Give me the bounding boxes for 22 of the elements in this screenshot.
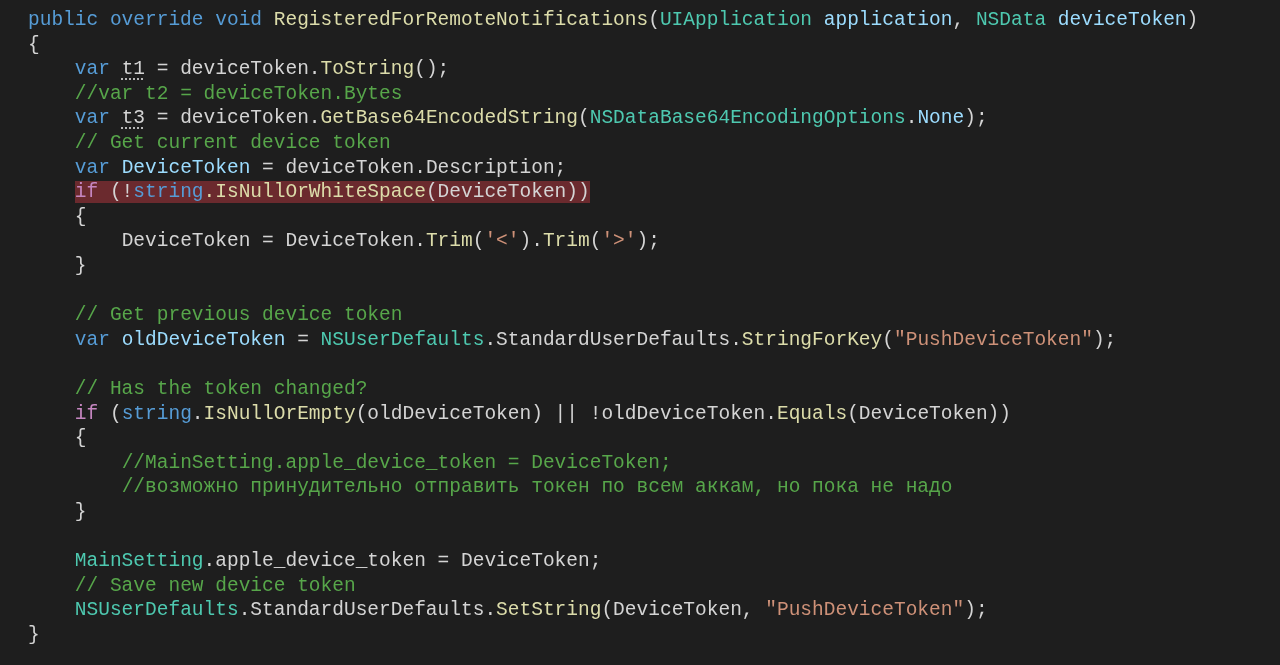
code-line: {: [73, 205, 87, 228]
code-line: // Has the token changed?: [73, 377, 368, 400]
code-line: //MainSetting.apple_device_token = DeviceToken;: [120, 451, 672, 474]
code-line: if (string.IsNullOrEmpty(oldDeviceToken) || !oldDeviceToken.Equals(DeviceToken)): [73, 402, 1011, 425]
code-line: var oldDeviceToken = NSUserDefaults.StandardUserDefaults.StringForKey("PushDeviceToken");: [73, 328, 1117, 351]
code-line: //возможно принудительно отправить токен по всем аккам, но пока не надо: [120, 476, 953, 499]
code-line: {: [73, 427, 87, 450]
code-line: }: [73, 254, 87, 277]
code-line: // Get current device token: [73, 131, 391, 154]
code-line: var t1 = deviceToken.ToString();: [73, 58, 450, 81]
code-line: {: [28, 33, 40, 56]
code-line: DeviceToken = DeviceToken.Trim('<').Trim('>');: [120, 230, 660, 253]
code-line: var t3 = deviceToken.GetBase64EncodedString(NSDataBase64EncodingOptions.None);: [73, 107, 988, 130]
code-line: // Save new device token: [73, 574, 356, 597]
code-line: // Get previous device token: [73, 304, 403, 327]
code-line: //var t2 = deviceToken.Bytes: [73, 82, 403, 105]
code-line: }: [28, 623, 40, 646]
code-line: public override void RegisteredForRemoteNotifications(UIApplication application, NSData deviceToken): [28, 9, 1199, 31]
code-line: var DeviceToken = deviceToken.Description;: [73, 156, 567, 179]
code-line: NSUserDefaults.StandardUserDefaults.SetString(DeviceToken, "PushDeviceToken");: [73, 599, 988, 622]
code-line: }: [73, 500, 87, 523]
code-line: MainSetting.apple_device_token = DeviceToken;: [73, 550, 602, 573]
